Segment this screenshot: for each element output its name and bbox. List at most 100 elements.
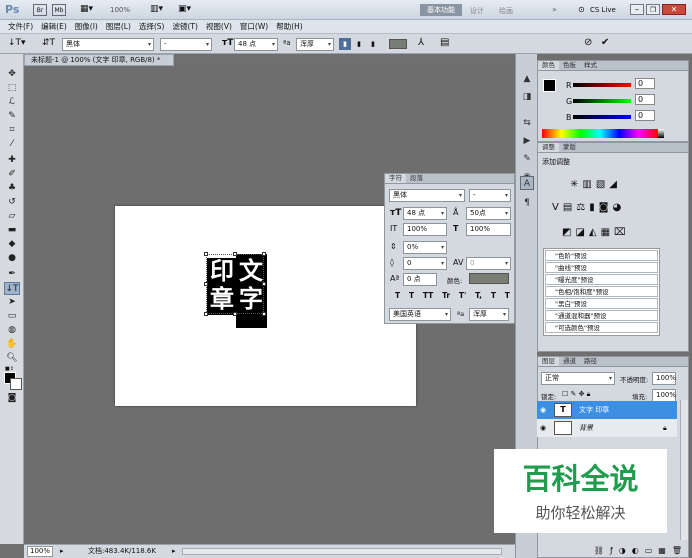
underline[interactable]: T [491,291,496,300]
workspace-design-button[interactable]: 设计 [470,6,484,16]
path-select-tool-icon[interactable]: ➤ [4,296,20,309]
zoom-level-dropdown[interactable]: 100% [110,6,130,14]
text-color-swatch[interactable] [389,39,407,49]
dodge-tool-icon[interactable]: ● [4,252,20,265]
menu-file[interactable]: 文件(F) [4,20,37,34]
char-tracking[interactable]: 0 ▾ [466,257,511,270]
preset-hue-saturation[interactable]: "色相/饱和度"预设 [545,286,658,297]
quick-select-tool-icon[interactable]: ✎ [4,110,20,123]
transform-handle[interactable] [233,252,237,256]
value-blue[interactable]: 0 [635,110,655,121]
tab-adjustments[interactable]: 调整 [538,143,559,152]
color-ramp[interactable] [542,129,658,138]
transform-handle[interactable] [204,252,208,256]
transform-handle[interactable] [204,312,208,316]
char-leading[interactable]: 50点 ▾ [466,207,511,220]
slider-red[interactable] [573,83,631,87]
preset-curves[interactable]: "曲线"预设 [545,262,658,273]
tab-color[interactable]: 颜色 [538,61,559,70]
menu-layer[interactable]: 图层(L) [102,20,135,34]
toggle-panels-icon[interactable]: ▤ [440,37,449,48]
workspace-paint-button[interactable]: 绘画 [499,6,513,16]
transform-handle[interactable] [262,282,266,286]
eyedropper-tool-icon[interactable]: ⁄ [4,138,20,151]
char-tsume[interactable]: 0% ▾ [403,241,447,254]
layer-name[interactable]: 背景 [579,419,593,437]
document-canvas[interactable]: 印 文 章 字 [115,206,416,406]
tab-channels[interactable]: 通道 [559,357,580,366]
faux-bold[interactable]: T [395,291,400,300]
cslive-icon[interactable]: ⊙ [578,5,585,14]
history-panel-icon[interactable]: ⇆ [520,116,534,130]
tab-swatches[interactable]: 色板 [559,61,580,70]
type-tool-icon[interactable]: ↓T [4,282,20,295]
small-caps[interactable]: Tr [442,291,450,300]
char-color-swatch[interactable] [469,273,509,284]
char-vertical-scale[interactable]: 100% [403,223,447,236]
view-extras-icon[interactable]: ▦▾ [80,4,93,14]
preset-exposure[interactable]: "曝光度"预设 [545,274,658,285]
blend-mode-select[interactable]: 正常 ▾ [541,372,615,385]
warp-text-icon[interactable]: ⅄ [418,37,424,48]
more-workspaces-icon[interactable]: » [552,5,557,14]
status-arrow-icon[interactable]: ▸ [172,545,176,558]
expand-panels-icon[interactable]: ▲ [520,72,534,86]
align-top-icon[interactable]: ▮ [339,38,351,50]
cslive-menu[interactable]: CS Live [590,6,616,14]
char-language[interactable]: 美国英语 ▾ [389,308,451,321]
mini-bridge-panel-icon[interactable]: ◨ [520,90,534,104]
document-tab[interactable]: 未标题-1 @ 100% (文字 印章, RGB/8) * [24,54,174,66]
tab-paths[interactable]: 路径 [580,357,601,366]
font-size-select[interactable]: 48 点 ▾ [234,38,278,51]
visibility-eye-icon[interactable]: ◉ [540,401,546,419]
align-bottom-icon[interactable]: ▮ [367,38,379,50]
crop-tool-icon[interactable]: ⌗ [4,124,20,137]
char-font-family[interactable]: 黑体 ▾ [389,189,465,202]
char-baseline-shift[interactable]: 0 点 [403,273,437,286]
transform-handle[interactable] [204,282,208,286]
screen-mode-icon[interactable]: ▣▾ [178,4,191,14]
visibility-eye-icon[interactable]: ◉ [540,419,546,437]
close-icon[interactable]: ✕ [662,4,686,15]
preset-selective-color[interactable]: "可选颜色"预设 [545,322,658,333]
minibridge-icon[interactable]: Mb [52,4,66,16]
adjustment-icons-row3[interactable]: ◩◪◭▦⌧ [562,227,630,238]
shape-tool-icon[interactable]: ▭ [4,310,20,323]
char-antialias[interactable]: 浑厚 ▾ [469,308,509,321]
char-horizontal-scale[interactable]: 100% [466,223,511,236]
antialias-select[interactable]: 浑厚 ▾ [296,38,334,51]
menu-select[interactable]: 选择(S) [135,20,169,34]
menu-view[interactable]: 视图(V) [202,20,236,34]
toggle-orientation-icon[interactable]: ⇵T [42,38,55,48]
opacity-field[interactable]: 100% [652,372,676,385]
marquee-tool-icon[interactable]: ⬚ [4,82,20,95]
faux-italic[interactable]: T [409,291,414,300]
all-caps[interactable]: TT [423,291,433,300]
transform-handle[interactable] [262,312,266,316]
menu-filter[interactable]: 滤镜(T) [169,20,202,34]
color-ramp-bw[interactable] [658,129,664,138]
brush-tool-icon[interactable]: ✐ [4,168,20,181]
background-color-swatch[interactable] [10,378,22,390]
arrange-documents-icon[interactable]: ▥▾ [150,4,163,14]
horizontal-scrollbar[interactable] [182,548,502,555]
move-tool-icon[interactable]: ✥ [4,68,20,81]
slider-blue[interactable] [573,115,631,119]
tab-masks[interactable]: 蒙版 [559,143,580,152]
cancel-edits-icon[interactable]: ⊘ [584,37,592,48]
menu-window[interactable]: 窗口(W) [236,20,272,34]
color-fg-swatch[interactable] [543,79,556,92]
transform-handle[interactable] [233,312,237,316]
layers-scrollbar[interactable] [680,400,688,540]
strikethrough[interactable]: T [505,291,510,300]
menu-edit[interactable]: 编辑(E) [37,20,71,34]
preset-channel-mixer[interactable]: "通道混和器"预设 [545,310,658,321]
gradient-tool-icon[interactable]: ▬ [4,224,20,237]
adjustment-icons-row2[interactable]: V▤⚖▮◙◕ [552,202,625,213]
commit-edits-icon[interactable]: ✔ [601,37,609,48]
workspace-essentials-button[interactable]: 基本功能 [420,4,462,16]
layer-name[interactable]: 文字 印章 [579,401,609,419]
actions-panel-icon[interactable]: ▶ [520,134,534,148]
brush-preset-icon[interactable]: ✎ [520,152,534,166]
preset-levels[interactable]: "色阶"预设 [545,250,658,261]
